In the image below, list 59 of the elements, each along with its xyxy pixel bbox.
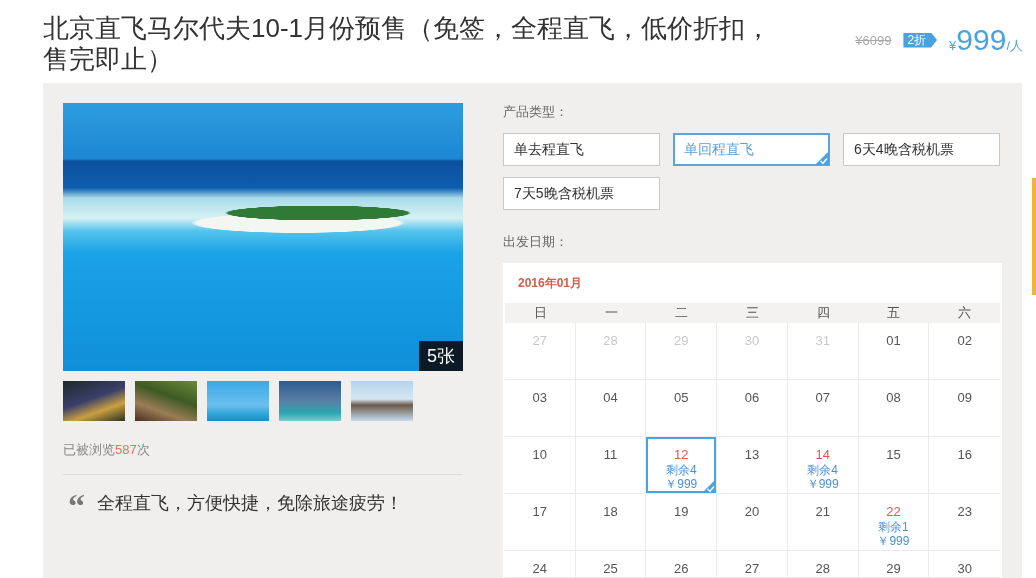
- calendar-day[interactable]: 16: [929, 437, 1000, 494]
- quote-mark: “: [68, 491, 85, 521]
- weekday-label: 二: [674, 304, 690, 322]
- calendar-day[interactable]: 14 剩余4 ￥999: [787, 437, 859, 494]
- calendar-day[interactable]: 17: [505, 494, 576, 551]
- calendar-day[interactable]: 22 剩余1 ￥999: [858, 494, 930, 551]
- calendar-day[interactable]: 30: [929, 551, 1000, 578]
- calendar-day[interactable]: 28: [787, 551, 859, 578]
- calendar-day[interactable]: 18: [575, 494, 647, 551]
- thumbnail[interactable]: [351, 381, 413, 421]
- calendar-day[interactable]: 26: [646, 551, 718, 578]
- weekday-label: 六: [957, 304, 973, 322]
- calendar-day[interactable]: 03: [505, 380, 576, 437]
- calendar-day[interactable]: 12 剩余4 ￥999: [646, 437, 718, 494]
- calendar-day[interactable]: 05: [646, 380, 718, 437]
- view-count-text: 已被浏览587次: [63, 441, 151, 459]
- checkmark-icon: [702, 479, 717, 493]
- photo-count-badge: 5张: [419, 341, 463, 371]
- calendar-day[interactable]: 06: [717, 380, 788, 437]
- product-type-option[interactable]: 单去程直飞: [503, 133, 660, 166]
- calendar-day[interactable]: 15: [858, 437, 930, 494]
- thumbnail[interactable]: [207, 381, 269, 421]
- thumbnail[interactable]: [279, 381, 341, 421]
- calendar-day[interactable]: 13: [717, 437, 788, 494]
- quote-text: 全程直飞，方便快捷，免除旅途疲劳！: [97, 492, 403, 515]
- thumbnail[interactable]: [135, 381, 197, 421]
- calendar-day[interactable]: 27: [717, 551, 788, 578]
- calendar-day[interactable]: 02: [929, 323, 1000, 380]
- discount-badge: 2折: [903, 32, 938, 48]
- calendar-month: 2016年01月: [517, 275, 584, 292]
- weekday-label: 日: [532, 304, 548, 322]
- weekday-label: 四: [815, 304, 831, 322]
- calendar-day[interactable]: 25: [575, 551, 647, 578]
- weekday-label: 五: [886, 304, 902, 322]
- original-price: ¥6099: [855, 32, 892, 48]
- calendar-day[interactable]: 20: [717, 494, 788, 551]
- calendar-day[interactable]: 08: [858, 380, 930, 437]
- section-label: 产品类型：: [503, 103, 569, 121]
- calendar-day[interactable]: 21: [787, 494, 859, 551]
- product-type-option[interactable]: 6天4晚含税机票: [843, 133, 1000, 166]
- calendar-day[interactable]: 04: [575, 380, 647, 437]
- thumbnail[interactable]: [63, 381, 125, 421]
- calendar-day[interactable]: 19: [646, 494, 718, 551]
- product-type-option[interactable]: 7天5晚含税机票: [503, 177, 660, 210]
- photo-placeholder[interactable]: 5张: [63, 103, 463, 371]
- weekday-label: 三: [745, 304, 760, 322]
- section-label: 出发日期：: [503, 233, 569, 251]
- calendar-day[interactable]: 10: [505, 437, 576, 494]
- calendar-day[interactable]: 29: [858, 551, 930, 578]
- calendar-day[interactable]: 01: [858, 323, 930, 380]
- product-title: 北京直飞马尔代夫10-1月份预售（免签，全程直飞，低价折扣，售完即止）: [43, 13, 773, 75]
- calendar-day[interactable]: 07: [787, 380, 859, 437]
- weekday-label: 一: [603, 304, 619, 322]
- calendar-day[interactable]: 24: [505, 551, 576, 578]
- price: ¥999/人: [949, 23, 1023, 57]
- calendar-day[interactable]: 23: [929, 494, 1000, 551]
- calendar-day[interactable]: 11: [575, 437, 647, 494]
- calendar-day[interactable]: 09: [929, 380, 1000, 437]
- checkmark-icon: [815, 151, 829, 165]
